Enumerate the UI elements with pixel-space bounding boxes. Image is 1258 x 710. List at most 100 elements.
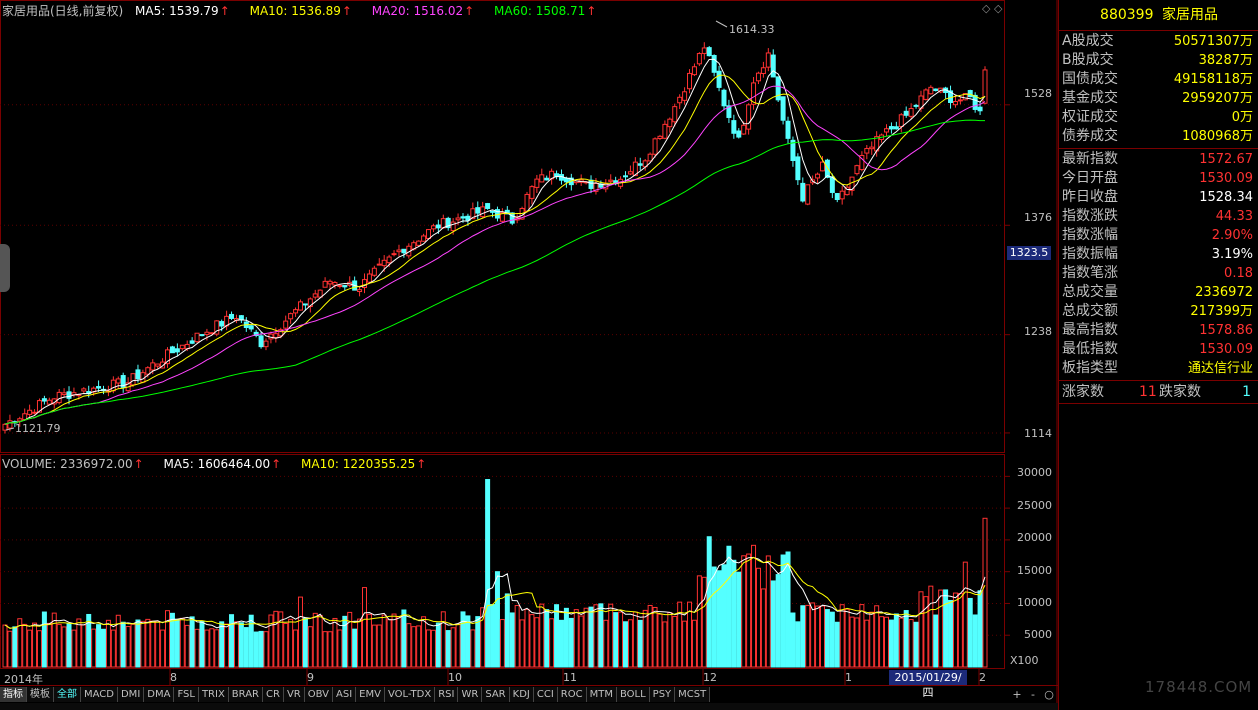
diamond-icon[interactable]: ◇ xyxy=(982,2,990,15)
volume-bar xyxy=(460,611,466,668)
zoom-out-button[interactable]: - xyxy=(1026,688,1040,701)
diamond-icon[interactable]: ◇ xyxy=(994,2,1002,15)
kline-chart[interactable] xyxy=(0,0,1058,710)
candle-body xyxy=(426,229,432,240)
tab-macd[interactable]: MACD xyxy=(81,687,118,702)
volume-bar xyxy=(36,630,42,668)
tab-模板[interactable]: 模板 xyxy=(27,687,54,702)
candle-body xyxy=(56,391,62,404)
volume-bar xyxy=(642,609,648,668)
tab-mcst[interactable]: MCST xyxy=(675,687,711,702)
volume-bar xyxy=(534,617,540,668)
vol-ma10-readout: MA10: 1220355.25↑ xyxy=(301,457,427,471)
tab-sar[interactable]: SAR xyxy=(482,687,510,702)
volume-bar xyxy=(637,619,643,668)
tab-cr[interactable]: CR xyxy=(263,687,284,702)
candle-body xyxy=(396,249,402,253)
candle-body xyxy=(770,54,776,78)
candle-body xyxy=(248,325,254,330)
volume-bar xyxy=(455,623,461,668)
volume-bar xyxy=(357,618,363,668)
volume-bar xyxy=(219,621,225,668)
candle-body xyxy=(342,285,348,288)
volume-bar xyxy=(938,589,944,668)
volume-bar xyxy=(214,629,220,668)
tab-psy[interactable]: PSY xyxy=(649,687,676,702)
side-expand-handle[interactable] xyxy=(0,244,10,292)
volume-bar xyxy=(943,589,949,668)
candle-body xyxy=(258,335,264,348)
stat-value: 3.19% xyxy=(1211,247,1253,262)
selected-date: 2015/01/29/四 xyxy=(889,670,967,699)
tab-rsi[interactable]: RSI xyxy=(435,687,459,702)
price-tick: 1528 xyxy=(1024,87,1052,100)
tab-vr[interactable]: VR xyxy=(283,687,305,702)
tab-kdj[interactable]: KDJ xyxy=(509,687,534,702)
volume-bar xyxy=(189,616,195,668)
tab-emv[interactable]: EMV xyxy=(356,687,385,702)
volume-bar xyxy=(421,616,427,668)
volume-bar xyxy=(145,618,151,668)
candle-body xyxy=(283,320,289,329)
tab-cci[interactable]: CCI xyxy=(533,687,558,702)
volume-bar xyxy=(361,587,367,668)
ma20-readout: MA20: 1516.02↑ xyxy=(371,4,475,18)
candle-body xyxy=(440,218,446,229)
tab-vol-tdx[interactable]: VOL-TDX xyxy=(384,687,436,702)
tab-obv[interactable]: OBV xyxy=(304,687,333,702)
tab-trix[interactable]: TRIX xyxy=(198,687,229,702)
panel-title: 880399 家居用品 xyxy=(1059,0,1258,31)
candle-body xyxy=(805,184,811,205)
footer-strip xyxy=(0,703,1058,710)
candle-body xyxy=(563,177,569,183)
stat-row: 最低指数 1530.09 xyxy=(1059,340,1258,359)
volume-bar xyxy=(386,619,392,668)
trade-row: 债券成交 1080968万 xyxy=(1059,127,1258,146)
stat-value: 44.33 xyxy=(1215,209,1253,224)
candle-body xyxy=(130,373,136,386)
stat-value: 2336972 xyxy=(1195,285,1253,300)
volume-bar xyxy=(588,606,594,668)
candle-body xyxy=(480,206,486,218)
tab-mtm[interactable]: MTM xyxy=(586,687,617,702)
volume-bar xyxy=(558,619,564,668)
tab-全部[interactable]: 全部 xyxy=(54,687,81,702)
tab-asi[interactable]: ASI xyxy=(333,687,357,702)
tab-dmi[interactable]: DMI xyxy=(117,687,145,702)
candle-body xyxy=(17,418,23,422)
trade-value: 1080968万 xyxy=(1182,129,1253,144)
candle-body xyxy=(194,332,200,343)
volume-bar xyxy=(322,631,328,668)
down-count: 1 xyxy=(1242,384,1251,400)
tab-dma[interactable]: DMA xyxy=(144,687,175,702)
candle-body xyxy=(623,175,629,178)
tab-wr[interactable]: WR xyxy=(458,687,483,702)
zoom-in-button[interactable]: + xyxy=(1010,688,1024,701)
candle-body xyxy=(957,99,963,102)
volume-bar xyxy=(623,621,629,668)
volume-bar xyxy=(288,618,294,668)
volume-bar xyxy=(770,580,776,668)
candle-body xyxy=(785,120,791,139)
tab-boll[interactable]: BOLL xyxy=(616,687,650,702)
volume-bar xyxy=(514,605,520,668)
stat-row: 指数涨幅 2.90% xyxy=(1059,226,1258,245)
reset-button[interactable]: ○ xyxy=(1042,688,1056,701)
tab-指标[interactable]: 指标 xyxy=(0,687,27,702)
tab-roc[interactable]: ROC xyxy=(557,687,587,702)
trade-row: 基金成交 2959207万 xyxy=(1059,89,1258,108)
volume-bar xyxy=(56,623,62,668)
volume-bar xyxy=(544,609,550,668)
volume-bar xyxy=(204,629,210,668)
volume-readout: VOLUME: 2336972.00↑ xyxy=(2,457,144,471)
month-label: 8 xyxy=(170,671,177,684)
volume-bar xyxy=(903,610,909,668)
candle-body xyxy=(627,171,633,175)
candle-body xyxy=(174,348,180,353)
volume-bar xyxy=(765,555,771,668)
tab-brar[interactable]: BRAR xyxy=(228,687,263,702)
tab-fsl[interactable]: FSL xyxy=(174,687,199,702)
volume-bar xyxy=(140,620,146,668)
volume-bar xyxy=(317,614,323,668)
volume-bar xyxy=(667,612,673,668)
